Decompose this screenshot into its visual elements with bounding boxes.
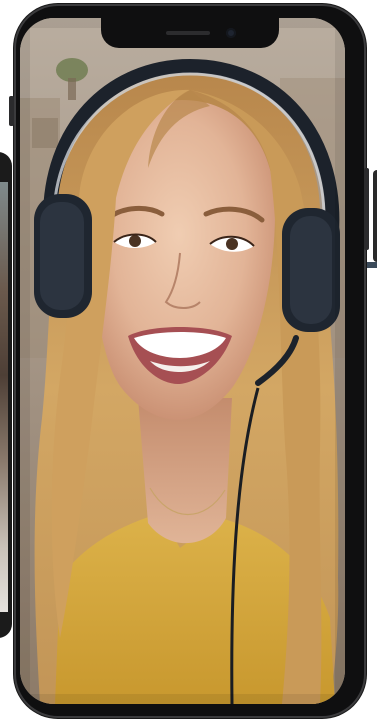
phone-screen — [20, 18, 345, 704]
background-phone-screen — [0, 182, 8, 612]
front-camera-icon — [226, 28, 236, 38]
power-button — [364, 168, 369, 250]
background-phone-left — [0, 152, 12, 638]
notch-speaker-icon — [166, 31, 210, 35]
neck — [138, 398, 232, 544]
volume-button — [9, 96, 14, 126]
background-phone-right — [373, 170, 377, 262]
page — [0, 0, 377, 722]
background-accent-line — [365, 262, 377, 268]
video-call-image — [20, 18, 345, 704]
